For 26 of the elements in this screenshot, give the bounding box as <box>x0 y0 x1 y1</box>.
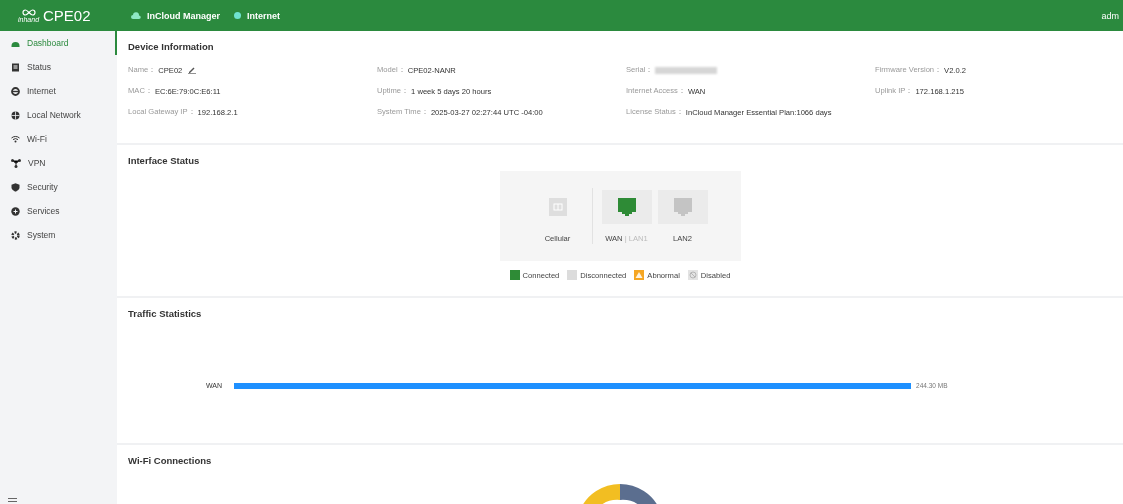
plus-circle-icon <box>11 206 20 216</box>
network-nodes-icon <box>11 158 21 168</box>
menu-icon[interactable] <box>8 498 17 502</box>
pencil-icon[interactable] <box>188 66 197 74</box>
section-title: Device Information <box>128 41 215 52</box>
connection-status-label: InCloud Manager <box>147 10 220 21</box>
sidebar-item[interactable]: System <box>0 223 117 247</box>
section-title: Traffic Statistics <box>128 308 203 319</box>
list-icon <box>11 62 20 72</box>
sidebar-item[interactable]: Status <box>0 55 117 79</box>
sidebar-item[interactable]: Local Network <box>0 103 117 127</box>
shield-icon <box>11 182 20 192</box>
wifi-icon <box>11 135 20 143</box>
cloud-icon <box>131 12 141 19</box>
sidebar-item[interactable]: VPN <box>0 151 117 175</box>
user-menu[interactable]: adm <box>1101 10 1123 21</box>
sidebar-item[interactable]: Services <box>0 199 117 223</box>
logo-icon <box>21 8 36 16</box>
status-dot-icon <box>234 12 241 19</box>
section-title: Wi-Fi Connections <box>128 455 213 466</box>
section-title: Interface Status <box>128 155 201 166</box>
sidebar-item[interactable]: Internet <box>0 79 117 103</box>
connection-status-label: Internet <box>247 10 281 21</box>
device-title: CPE02 <box>43 7 91 24</box>
sidebar-item[interactable]: Security <box>0 175 117 199</box>
sidebar-item[interactable]: Wi-Fi <box>0 127 117 151</box>
